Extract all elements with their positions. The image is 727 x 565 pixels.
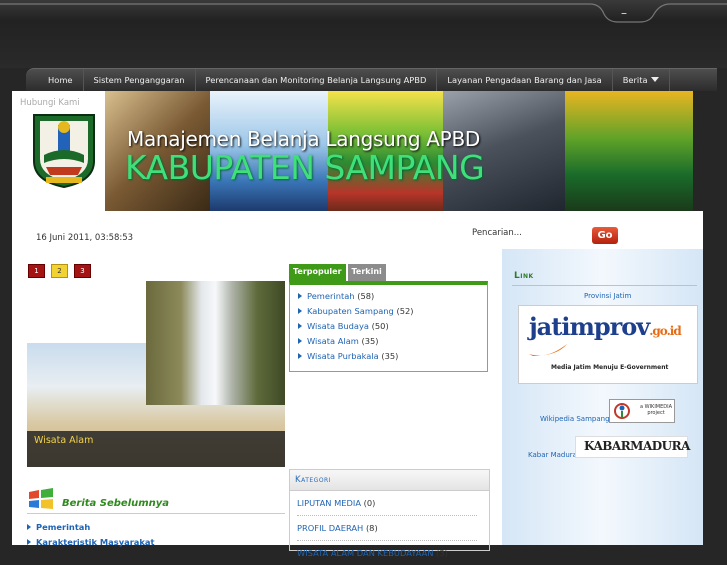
tab-terkini[interactable]: Terkini: [347, 264, 386, 281]
kabar-madura-link[interactable]: Kabar Madura: [528, 451, 577, 459]
popular-link-kabupaten[interactable]: Kabupaten Sampang: [307, 306, 394, 316]
list-item: Wisata Alam (35): [298, 336, 487, 346]
windows-news-icon: [29, 488, 53, 509]
arrow-bullet-icon: [298, 353, 302, 359]
arrow-bullet-icon: [298, 308, 302, 314]
link-sidebar: Link Provinsi Jatim jatimprov.go.id Medi…: [502, 249, 703, 545]
popular-link-wisata-alam[interactable]: Wisata Alam: [307, 336, 359, 346]
kabar-madura-banner[interactable]: KABARMADURA: [575, 436, 690, 458]
berita-sebelumnya-title: Berita Sebelumnya: [62, 498, 170, 509]
kategori-link[interactable]: WISATA ALAM DAN KEBUDAYAAN: [297, 548, 434, 558]
list-item: Wisata Budaya (50): [298, 321, 487, 331]
list-item[interactable]: LIPUTAN MEDIA (0): [297, 498, 477, 516]
slider-pager: 1 2 3: [28, 264, 91, 278]
nav-layanan-pengadaan[interactable]: Layanan Pengadaan Barang dan Jasa: [437, 69, 613, 91]
kategori-box: Kategori LIPUTAN MEDIA (0) PROFIL DAERAH…: [289, 469, 490, 558]
item-count: (35): [381, 351, 399, 361]
item-count: (0): [363, 498, 376, 508]
nav-home[interactable]: Home: [26, 69, 84, 91]
slideshow-image[interactable]: Wisata Alam: [27, 281, 285, 467]
list-item: Kabupaten Sampang (52): [298, 306, 487, 316]
wikipedia-sampang-link[interactable]: Wikipedia Sampang: [540, 415, 610, 423]
nav-berita-label: Berita: [622, 75, 648, 85]
main-content: 16 Juni 2011, 03:58:53 Pencarian... Go 1…: [12, 211, 703, 558]
waterfall-photo: [146, 281, 285, 405]
berita-item-label: Pemerintah: [36, 522, 91, 532]
kategori-title: Kategori: [290, 470, 489, 491]
item-count: (35): [361, 336, 379, 346]
slide-caption: Wisata Alam: [27, 431, 285, 467]
list-item: Pemerintah (58): [298, 291, 487, 301]
main-nav: Home Sistem Penganggaran Perencanaan dan…: [26, 68, 717, 91]
search-go-button[interactable]: Go: [592, 227, 618, 244]
jatimprov-banner[interactable]: jatimprov.go.id Media Jatim Menuju E-Gov…: [518, 305, 698, 384]
link-title: Link: [514, 271, 534, 281]
kategori-link[interactable]: LIPUTAN MEDIA: [297, 498, 361, 508]
berita-item-label: Karakteristik Masyarakat: [36, 537, 155, 547]
list-item: Wisata Purbakala (35): [298, 351, 487, 361]
banner-photo-palms: [565, 91, 693, 211]
popular-link-pemerintah[interactable]: Pemerintah: [307, 291, 355, 301]
divider: [27, 513, 285, 514]
nav-berita[interactable]: Berita: [613, 69, 670, 91]
hubungi-kami-link[interactable]: Hubungi Kami: [20, 98, 80, 108]
berita-item[interactable]: Karakteristik Masyarakat: [27, 537, 155, 547]
top-frame: –: [0, 0, 727, 68]
popular-link-wisata-budaya[interactable]: Wisata Budaya: [307, 321, 369, 331]
nav-sistem-penganggaran[interactable]: Sistem Penganggaran: [84, 69, 196, 91]
banner-subtitle: KABUPATEN SAMPANG: [125, 148, 485, 187]
chevron-down-icon: [650, 77, 659, 82]
wikimedia-banner[interactable]: a WIKIMEDIA project: [609, 399, 675, 423]
header-banner: Hubungi Kami Manajemen Belanja Langsung …: [12, 91, 693, 211]
wikimedia-icon: [614, 403, 630, 419]
kabar-madura-logo: KABARMADURA: [584, 439, 690, 453]
item-count: (3): [436, 548, 448, 558]
slider-page-1[interactable]: 1: [28, 264, 45, 278]
slider-page-2[interactable]: 2: [51, 264, 68, 278]
divider: [512, 285, 697, 286]
item-count: (50): [371, 321, 389, 331]
jatimprov-domain: .go.id: [649, 324, 681, 338]
jatimprov-swoosh-icon: [529, 344, 567, 356]
minimize-button[interactable]: –: [612, 6, 636, 24]
arrow-bullet-icon: [298, 293, 302, 299]
popular-link-wisata-purbakala[interactable]: Wisata Purbakala: [307, 351, 379, 361]
search-input[interactable]: Pencarian...: [472, 228, 522, 238]
wikimedia-text: a WIKIMEDIA project: [639, 404, 673, 416]
tab-terpopuler[interactable]: Terpopuler: [289, 264, 346, 281]
slider-page-3[interactable]: 3: [74, 264, 91, 278]
list-item[interactable]: PROFIL DAERAH (8): [297, 523, 477, 541]
sampang-crest-icon: [33, 114, 95, 189]
arrow-bullet-icon: [298, 323, 302, 329]
kategori-link[interactable]: PROFIL DAERAH: [297, 523, 363, 533]
provinsi-jatim-link[interactable]: Provinsi Jatim: [584, 292, 631, 300]
arrow-bullet-icon: [27, 539, 31, 545]
item-count: (58): [357, 291, 375, 301]
arrow-bullet-icon: [27, 524, 31, 530]
berita-item[interactable]: Pemerintah: [27, 522, 90, 532]
popular-tabs: Terpopuler Terkini Pemerintah (58) Kabup…: [289, 264, 488, 381]
item-count: (52): [396, 306, 414, 316]
current-datetime: 16 Juni 2011, 03:58:53: [36, 233, 134, 243]
list-item[interactable]: WISATA ALAM DAN KEBUDAYAAN (3): [297, 548, 477, 565]
item-count: (8): [365, 523, 378, 533]
jatimprov-tagline: Media Jatim Menuju E-Government: [551, 364, 669, 371]
arrow-bullet-icon: [298, 338, 302, 344]
tab-panel: Pemerintah (58) Kabupaten Sampang (52) W…: [289, 281, 488, 372]
nav-perencanaan[interactable]: Perencanaan dan Monitoring Belanja Langs…: [196, 69, 438, 91]
